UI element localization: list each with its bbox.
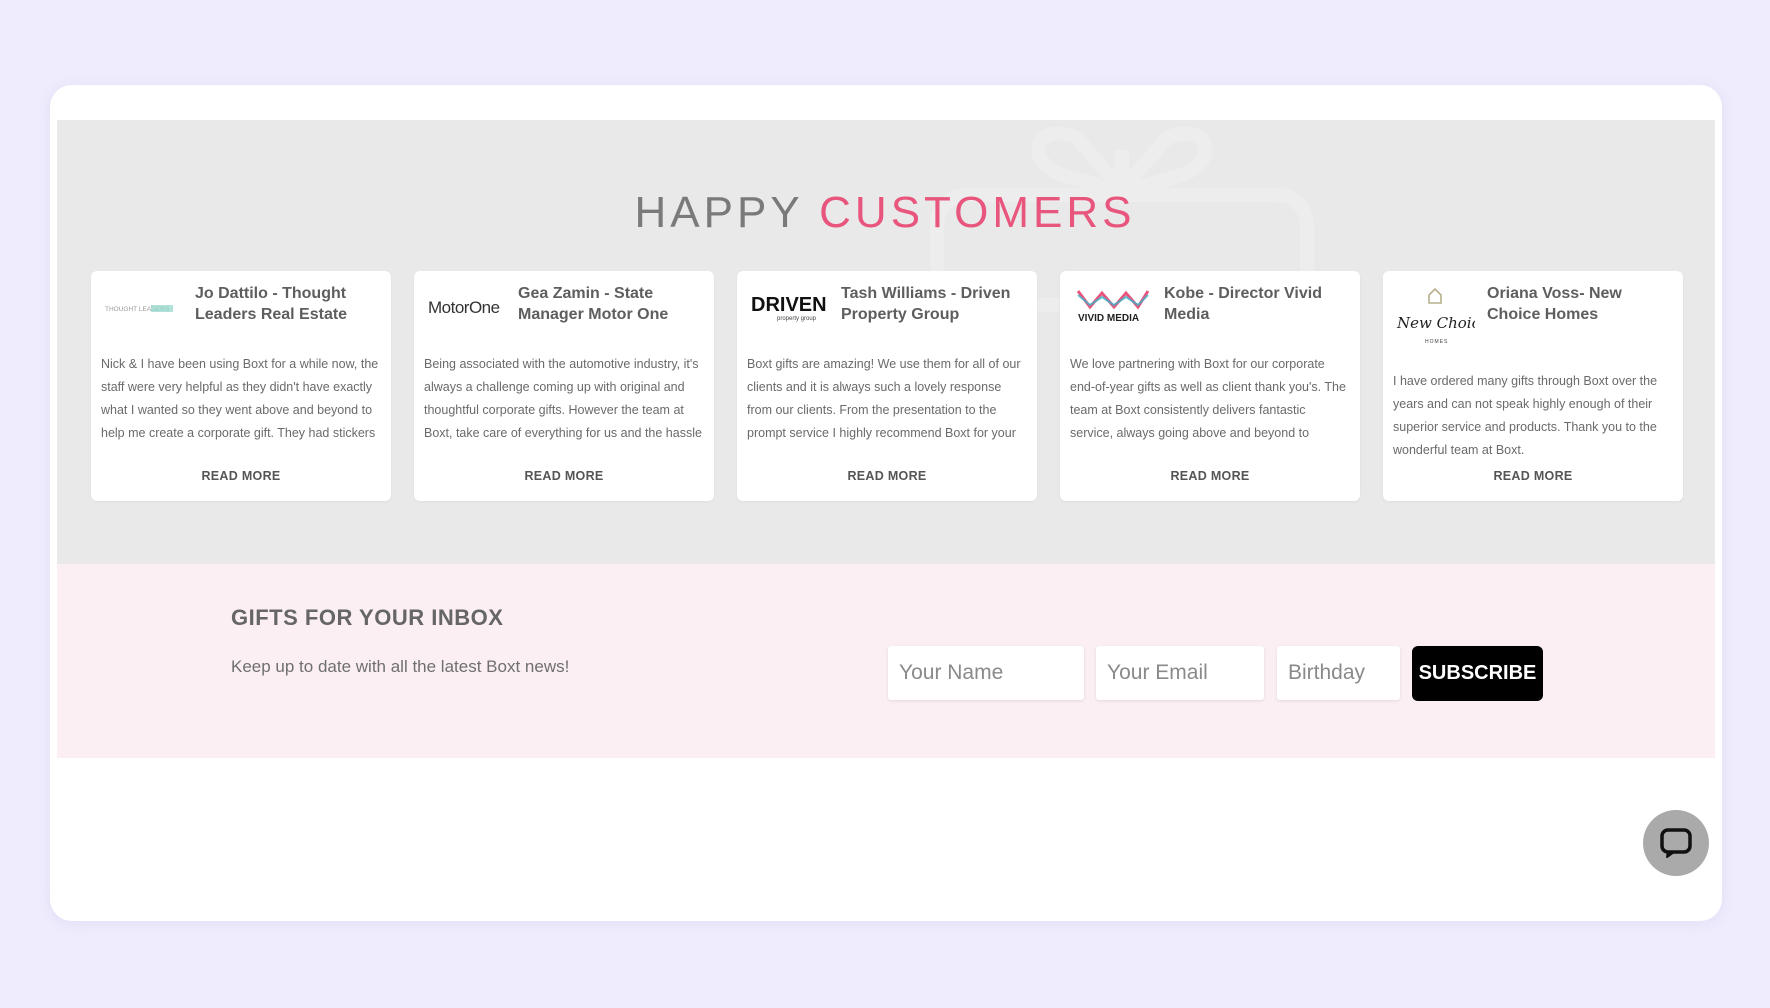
testimonial-card: THOUGHT LEADERS Jo Dattilo - Thought Lea… <box>91 271 391 501</box>
svg-text:New Choice: New Choice <box>1396 314 1475 332</box>
chat-icon <box>1660 828 1692 858</box>
driven-logo: DRIVEN property group <box>751 294 827 322</box>
customer-name: Gea Zamin - State Manager Motor One <box>518 285 669 323</box>
read-more-link[interactable]: READ MORE <box>414 469 714 483</box>
testimonial-card: VIVID MEDIA Kobe - Director Vivid Media … <box>1060 271 1360 501</box>
testimonial-text: Boxt gifts are amazing! We use them for … <box>747 357 1021 440</box>
testimonial-text: Nick & I have been using Boxt for a whil… <box>101 357 379 440</box>
testimonial-text: We love partnering with Boxt for our cor… <box>1070 357 1346 440</box>
customer-name: Oriana Voss- New Choice Homes <box>1487 285 1622 323</box>
newsletter-title: GIFTS FOR YOUR INBOX <box>231 605 504 630</box>
read-more-link[interactable]: READ MORE <box>1060 469 1360 483</box>
testimonial-card: New Choice HOMES Oriana Voss- New Choice… <box>1383 271 1683 501</box>
customer-name: Tash Williams - Driven Property Group <box>841 285 1011 323</box>
subscribe-button[interactable]: SUBSCRIBE <box>1412 646 1543 701</box>
svg-text:HOMES: HOMES <box>1425 339 1448 345</box>
svg-text:DRIVEN: DRIVEN <box>751 294 827 316</box>
testimonial-text: I have ordered many gifts through Boxt o… <box>1393 374 1658 457</box>
email-input[interactable] <box>1096 646 1264 700</box>
customer-name: Jo Dattilo - Thought Leaders Real Estate <box>195 285 348 323</box>
name-input[interactable] <box>888 646 1084 700</box>
testimonial-text: Being associated with the automotive ind… <box>424 357 702 440</box>
testimonial-card: DRIVEN property group Tash Williams - Dr… <box>737 271 1037 501</box>
motor-one-logo: MotorOne <box>428 298 500 317</box>
section-title-accent: CUSTOMERS <box>819 188 1136 237</box>
chat-button[interactable] <box>1643 810 1709 876</box>
birthday-input[interactable] <box>1277 646 1400 700</box>
new-choice-homes-logo: New Choice HOMES <box>1396 287 1475 345</box>
section-title-main: HAPPY <box>634 188 820 237</box>
section-title: HAPPY CUSTOMERS <box>0 188 1770 238</box>
newsletter-text: Keep up to date with all the latest Boxt… <box>231 657 570 676</box>
svg-text:MotorOne: MotorOne <box>428 298 500 317</box>
testimonial-card: MotorOne Gea Zamin - State Manager Motor… <box>414 271 714 501</box>
read-more-link[interactable]: READ MORE <box>91 469 391 483</box>
vivid-media-logo: VIVID MEDIA <box>1076 290 1150 324</box>
read-more-link[interactable]: READ MORE <box>737 469 1037 483</box>
customer-name: Kobe - Director Vivid Media <box>1164 285 1322 323</box>
svg-text:property group: property group <box>777 316 817 322</box>
thought-leaders-logo: THOUGHT LEADERS <box>105 305 173 313</box>
read-more-link[interactable]: READ MORE <box>1383 469 1683 483</box>
svg-text:VIVID MEDIA: VIVID MEDIA <box>1078 313 1139 324</box>
